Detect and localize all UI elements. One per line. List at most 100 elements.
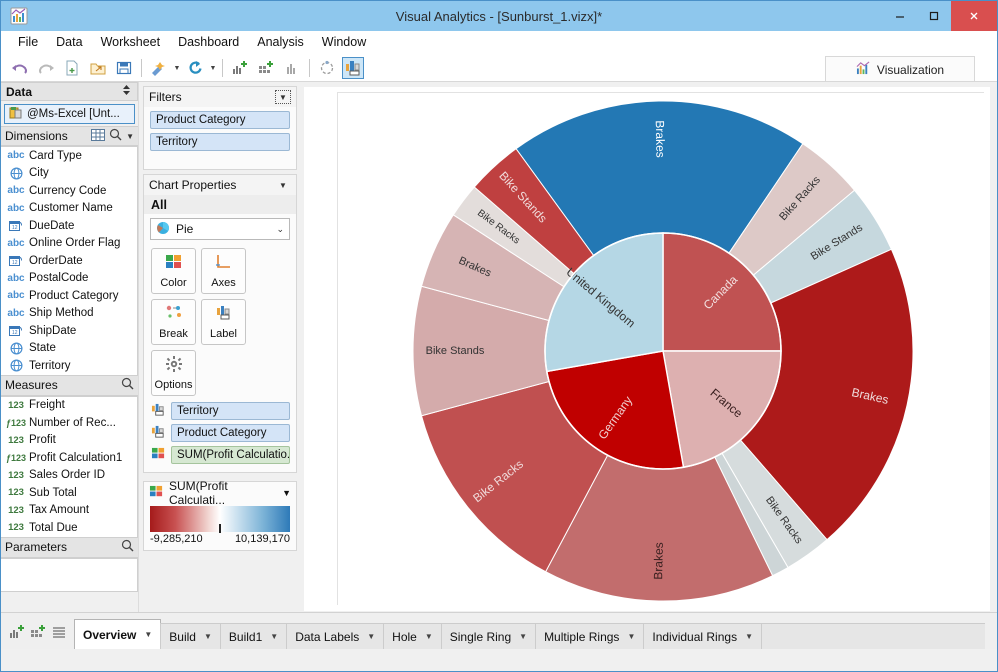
chart-properties-section: All [144,195,296,214]
field-item[interactable]: State [1,340,137,358]
dashboard-icon[interactable] [342,57,364,79]
field-item[interactable]: 123 Freight [1,397,137,415]
sheet-tab-data-labels[interactable]: Data Labels ▼ [286,623,385,649]
field-item[interactable]: abc Customer Name [1,200,137,218]
data-source-item[interactable]: @Ms-Excel [Unt... [4,104,135,124]
data-panel-resize-icon[interactable] [121,84,132,99]
sheet-tab-hole[interactable]: Hole ▼ [383,623,442,649]
sheet-tab-dropdown-icon[interactable]: ▼ [144,630,152,639]
network-icon[interactable] [316,57,338,79]
break-button[interactable]: Break [151,299,196,345]
color-button[interactable]: Color [151,248,196,294]
filter-territory[interactable]: Territory [150,133,290,151]
menu-item-file[interactable]: File [9,32,47,52]
sheet-tab-dropdown-icon[interactable]: ▼ [367,632,375,641]
sheet-tab-dropdown-icon[interactable]: ▼ [204,632,212,641]
chart-properties-title: Chart Properties [149,178,237,192]
field-item[interactable]: 12 ShipDate [1,322,137,340]
slice-label: Brakes [653,120,668,158]
main-body: Data @Ms-Excel [Unt... Dimensions ▼ abc … [1,82,997,612]
sheet-tab-multiple-rings[interactable]: Multiple Rings ▼ [535,623,645,649]
new-chart-icon[interactable] [9,624,25,643]
dimension-label-icon [151,403,166,420]
sheet-tab-build1[interactable]: Build1 ▼ [219,623,288,649]
field-item[interactable]: abc Card Type [1,147,137,165]
chart-properties-collapse-icon[interactable]: ▼ [275,178,291,192]
options-button[interactable]: Options [151,350,196,396]
new-file-icon[interactable] [61,57,83,79]
field-item[interactable]: 123 Profit [1,432,137,450]
sheet-tab-dropdown-icon[interactable]: ▼ [270,632,278,641]
add-chart-icon[interactable] [229,57,251,79]
legend-dropdown-icon[interactable]: ▼ [282,488,291,498]
field-item[interactable]: abc Product Category [1,287,137,305]
sheet-tab-dropdown-icon[interactable]: ▼ [745,632,753,641]
refresh-dropdown-icon[interactable]: ▼ [208,57,218,79]
grid-icon[interactable] [91,128,106,144]
auto-chart-icon[interactable] [148,57,170,79]
sunburst-chart[interactable]: BrakesBike RacksBike StandsBrakesBike Ra… [338,93,988,609]
filter-product-category[interactable]: Product Category [150,111,290,129]
label-button[interactable]: Label [201,299,246,345]
parameters-search-icon[interactable] [121,539,134,555]
field-item[interactable]: 123 Sales Order ID [1,467,137,485]
refresh-icon[interactable] [184,57,206,79]
add-crosstab-icon[interactable] [255,57,277,79]
tab-visualization[interactable]: Visualization [825,56,975,82]
sheet-tab-individual-rings[interactable]: Individual Rings ▼ [643,623,762,649]
shelf-pill-sum-profit[interactable]: SUM(Profit Calculatio... [171,446,290,464]
field-item[interactable]: 12 DueDate [1,217,137,235]
field-label: City [29,167,49,180]
auto-chart-dropdown-icon[interactable]: ▼ [172,57,182,79]
field-label: Profit Calculation1 [29,451,123,464]
sheet-tab-build[interactable]: Build ▼ [160,623,221,649]
field-item[interactable]: City [1,165,137,183]
field-item[interactable]: ƒ123 Number of Rec... [1,414,137,432]
field-item[interactable]: abc PostalCode [1,270,137,288]
menu-item-analysis[interactable]: Analysis [248,32,313,52]
measures-search-icon[interactable] [121,377,134,393]
field-item[interactable]: Territory [1,357,137,375]
menu-item-window[interactable]: Window [313,32,375,52]
search-icon[interactable] [109,128,122,144]
chart-type-select[interactable]: Pie ⌄ [150,218,290,240]
menu-item-worksheet[interactable]: Worksheet [92,32,170,52]
axes-button[interactable]: Axes [201,248,246,294]
parameters-label: Parameters [5,540,68,554]
maximize-button[interactable] [917,1,951,31]
options-button-label: Options [154,379,193,391]
sheet-tab-dropdown-icon[interactable]: ▼ [425,632,433,641]
sheet-tab-single-ring[interactable]: Single Ring ▼ [440,623,537,649]
field-item[interactable]: 123 Sub Total [1,484,137,502]
field-item[interactable]: ƒ123 Profit Calculation1 [1,449,137,467]
menu-item-data[interactable]: Data [47,32,91,52]
gear-icon [164,355,184,376]
sheet-tab-dropdown-icon[interactable]: ▼ [519,632,527,641]
field-item[interactable]: abc Ship Method [1,305,137,323]
field-item[interactable]: abc Currency Code [1,182,137,200]
filters-collapse-icon[interactable]: ▼ [275,90,291,104]
sheet-tab-overview[interactable]: Overview ▼ [74,619,162,649]
redo-icon[interactable] [35,57,57,79]
field-item[interactable]: 123 Tax Amount [1,502,137,520]
sheet-tab-dropdown-icon[interactable]: ▼ [627,632,635,641]
list-icon[interactable] [51,624,67,643]
field-item[interactable]: abc Online Order Flag [1,235,137,253]
dimensions-dropdown-icon[interactable]: ▼ [126,132,134,141]
bar-chart-icon[interactable] [281,57,303,79]
shelf-pill-territory[interactable]: Territory [171,402,290,420]
save-icon[interactable] [113,57,135,79]
field-item[interactable]: 12 OrderDate [1,252,137,270]
minimize-button[interactable] [883,1,917,31]
measure-color-icon [151,447,166,464]
new-crosstab-icon[interactable] [30,624,46,643]
menu-item-dashboard[interactable]: Dashboard [169,32,248,52]
field-item[interactable]: 123 Total Due [1,519,137,537]
close-button[interactable] [951,1,997,31]
sheet-tab-bar: Overview ▼ Build ▼ Build1 ▼ Data Labels … [1,612,997,649]
data-panel-title: Data [6,84,33,99]
open-folder-icon[interactable] [87,57,109,79]
chart-plot-region[interactable]: Brakes Bike Racks Bike Stands Brakes Bike Ra… [337,92,984,605]
undo-icon[interactable] [9,57,31,79]
shelf-pill-product-category[interactable]: Product Category [171,424,290,442]
